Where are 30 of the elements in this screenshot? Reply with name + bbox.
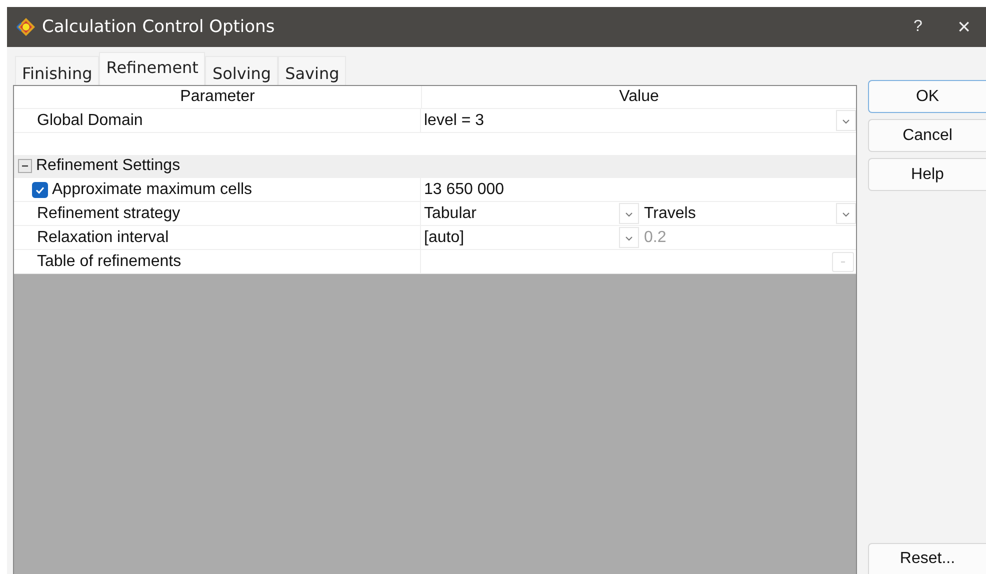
- help-button[interactable]: ?: [900, 18, 936, 36]
- value-text: Tabular: [424, 204, 478, 222]
- close-button[interactable]: ×: [946, 14, 982, 40]
- group-row[interactable]: Refinement Settings: [14, 155, 856, 178]
- group-label: Refinement Settings: [36, 157, 180, 175]
- value-text: Travels: [644, 204, 697, 222]
- window-title: Calculation Control Options: [42, 17, 276, 37]
- dialog-button[interactable]: OK: [868, 80, 986, 113]
- parameter-label: Table of refinements: [37, 252, 182, 270]
- reset-button[interactable]: Reset...: [868, 543, 986, 574]
- browse-button[interactable]: [832, 252, 854, 272]
- value-text: [auto]: [424, 228, 466, 246]
- column-header: Parameter: [14, 86, 422, 108]
- value-text: 0.2: [644, 228, 668, 246]
- collapse-icon[interactable]: [18, 159, 32, 173]
- tab[interactable]: Refinement: [99, 52, 206, 85]
- parameter-label: Refinement strategy: [37, 204, 180, 222]
- tab[interactable]: Finishing: [15, 56, 100, 85]
- parameter-label: Relaxation interval: [37, 228, 169, 246]
- column-header: Value: [618, 87, 660, 107]
- tab[interactable]: Solving: [205, 56, 278, 85]
- checkbox[interactable]: [32, 182, 48, 198]
- tab[interactable]: Saving: [278, 56, 346, 85]
- value-text: 13 650 000: [424, 180, 504, 198]
- app-icon: [16, 17, 36, 37]
- parameter-label: Approximate maximum cells: [52, 180, 252, 198]
- value-text: level = 3: [424, 112, 486, 130]
- parameter-label: Global Domain: [37, 112, 143, 130]
- dialog-button[interactable]: Help: [868, 158, 986, 191]
- dialog-button[interactable]: Cancel: [868, 119, 986, 152]
